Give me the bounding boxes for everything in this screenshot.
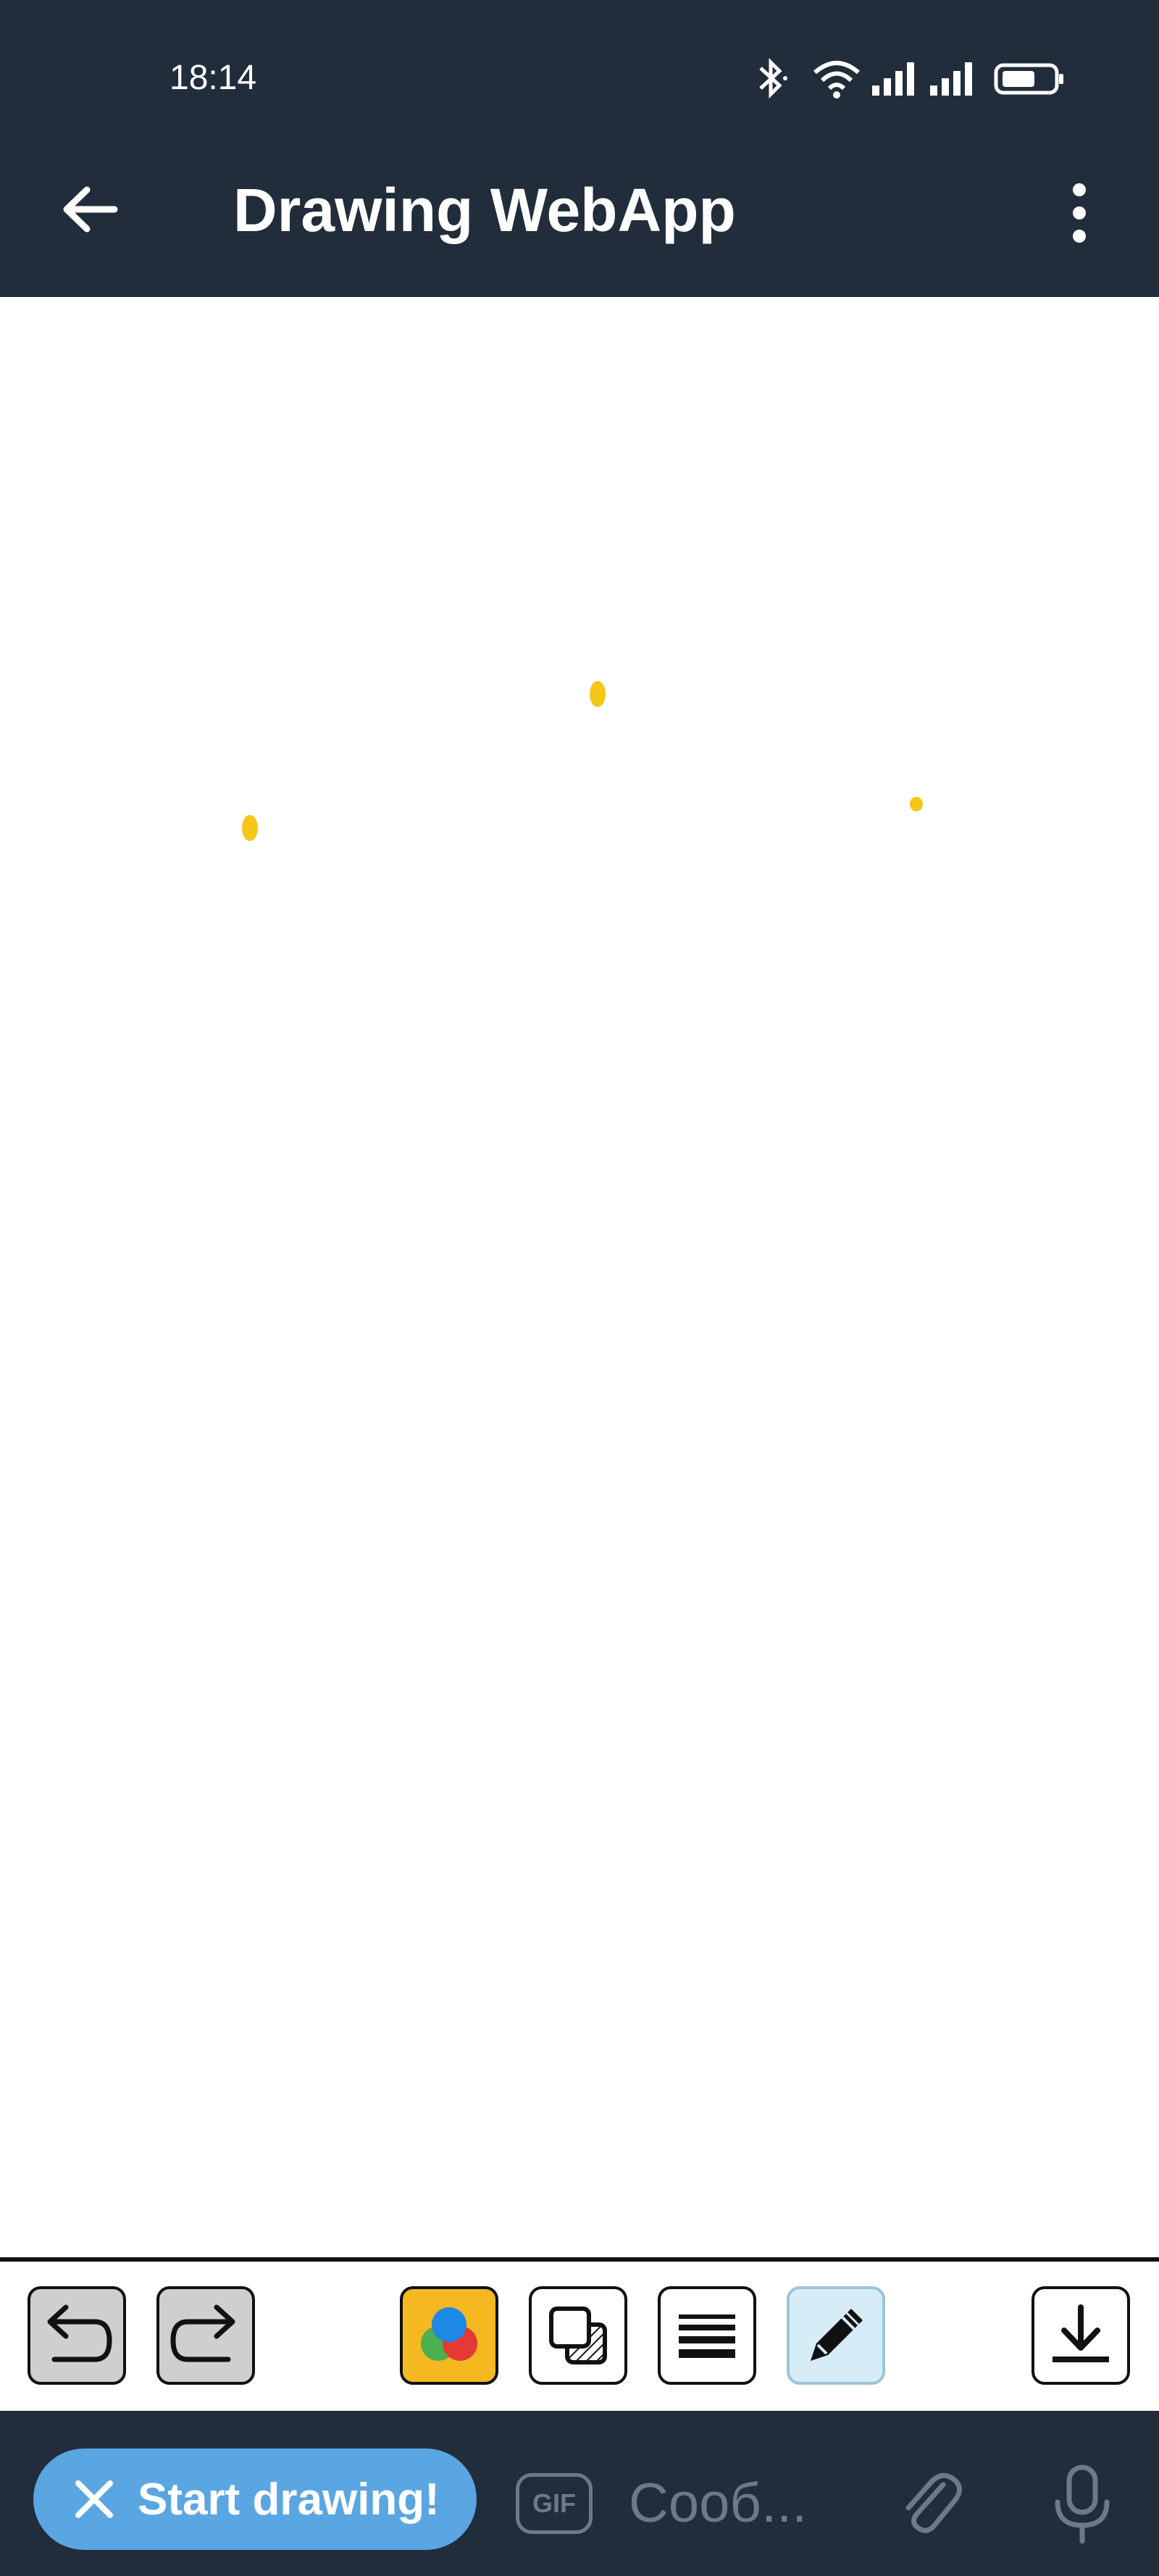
menu-button[interactable] (1058, 177, 1101, 249)
pencil-icon (811, 2309, 863, 2361)
redo-button[interactable] (156, 2286, 255, 2385)
message-input[interactable]: Сооб... (629, 2467, 846, 2540)
battery-icon (994, 63, 1063, 95)
pencil-tool-button[interactable] (787, 2286, 885, 2385)
signal-icon (872, 62, 914, 96)
wifi-icon (813, 61, 860, 99)
microphone-icon (1055, 2464, 1110, 2544)
paint-dot (242, 815, 258, 841)
paperclip-icon (905, 2472, 962, 2533)
status-time: 18:14 (170, 59, 257, 97)
more-vertical-icon (1073, 183, 1086, 243)
undo-button[interactable] (28, 2286, 126, 2385)
microphone-button[interactable] (1046, 2462, 1118, 2548)
undo-icon (47, 2304, 112, 2362)
color-picker-button[interactable] (400, 2286, 498, 2385)
start-drawing-label: Start drawing! (138, 2474, 440, 2525)
drawing-canvas[interactable] (0, 297, 1159, 2257)
signal-icon (930, 62, 972, 96)
status-bar: 18:14 (0, 0, 1159, 145)
paint-dot (590, 681, 606, 707)
layers-button[interactable] (529, 2286, 627, 2385)
start-drawing-button[interactable]: Start drawing! (33, 2449, 477, 2550)
download-icon (1053, 2304, 1109, 2362)
gif-label: GIF (532, 2488, 576, 2518)
chat-input-bar: Start drawing! GIF Сооб... (0, 2411, 1159, 2576)
download-button[interactable] (1032, 2286, 1130, 2385)
drawing-toolbar (0, 2262, 1159, 2411)
arrow-left-icon (63, 186, 118, 233)
attach-button[interactable] (892, 2463, 965, 2543)
line-width-button[interactable] (658, 2286, 756, 2385)
close-icon (75, 2480, 113, 2518)
line-width-icon (679, 2314, 735, 2358)
paint-dot (910, 797, 923, 811)
app-bar: Drawing WebApp (0, 145, 1159, 297)
bluetooth-icon (759, 57, 787, 99)
page-title: Drawing WebApp (233, 176, 736, 244)
back-button[interactable] (58, 177, 123, 242)
layers-icon (549, 2307, 607, 2364)
redo-icon (170, 2304, 235, 2362)
color-palette-icon (421, 2307, 477, 2361)
gif-button[interactable]: GIF (516, 2473, 593, 2534)
